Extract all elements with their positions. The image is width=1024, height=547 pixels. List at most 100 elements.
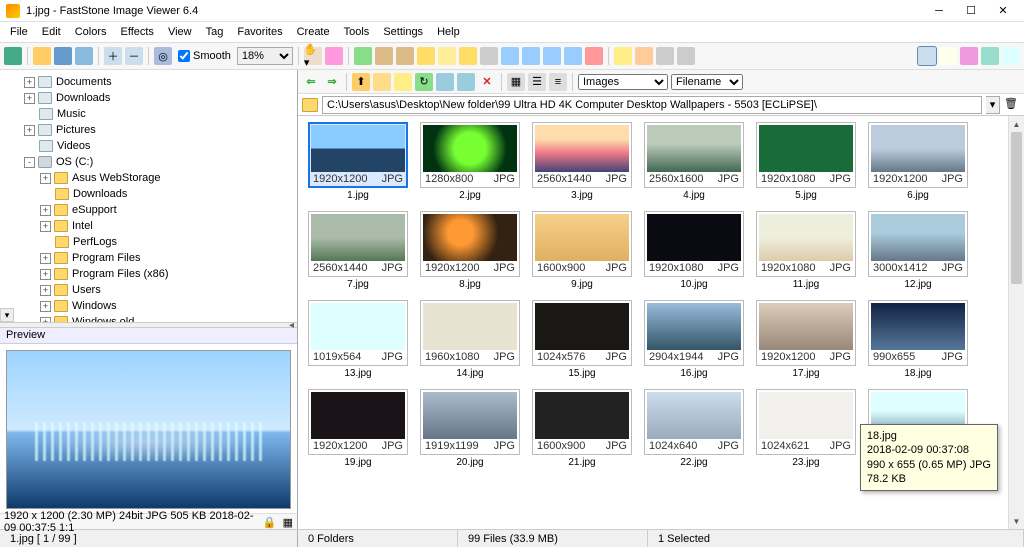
preview-pane[interactable]: 1920 x 1200 (2.30 MP) 24bit JPG 505 KB 2… — [0, 344, 297, 529]
tree-node[interactable]: PerfLogs — [2, 234, 295, 250]
tree-node[interactable]: +Windows — [2, 298, 295, 314]
thumbnail[interactable]: 1920x1200JPG19.jpg — [306, 389, 410, 468]
slideshow-icon[interactable] — [614, 47, 632, 65]
thumbnail-frame[interactable]: 990x655JPG — [868, 300, 968, 366]
thumbnail[interactable]: 1960x1080JPG14.jpg — [418, 300, 522, 379]
thumbnail-frame[interactable]: 2560x1600JPG — [644, 122, 744, 188]
thumbnail-frame[interactable]: 1920x1200JPG — [420, 211, 520, 277]
thumbnail[interactable]: 1280x800JPG2.jpg — [418, 122, 522, 201]
thumbnail-frame[interactable]: 2560x1440JPG — [308, 211, 408, 277]
menu-file[interactable]: File — [4, 24, 34, 40]
thumbnail-frame[interactable]: 1960x1080JPG — [420, 300, 520, 366]
address-path[interactable]: C:\Users\asus\Desktop\New folder\99 Ultr… — [322, 96, 982, 114]
thumbnail[interactable]: 2560x1440JPG3.jpg — [530, 122, 634, 201]
crop-icon[interactable] — [354, 47, 372, 65]
preview-image[interactable] — [6, 350, 291, 509]
thumbnail[interactable]: 1600x900JPG9.jpg — [530, 211, 634, 290]
smooth-checkbox[interactable] — [178, 50, 190, 62]
tree-node[interactable]: +Documents — [2, 74, 295, 90]
thumbnail[interactable]: 990x655JPG18.jpg — [866, 300, 970, 379]
menu-help[interactable]: Help — [431, 24, 466, 40]
acquire-icon[interactable] — [4, 47, 22, 65]
horizontal-splitter[interactable] — [0, 322, 297, 328]
tree-node[interactable]: +Asus WebStorage — [2, 170, 295, 186]
filter-type-select[interactable]: Images — [578, 74, 668, 90]
thumbnail-frame[interactable]: 1920x1200JPG — [308, 389, 408, 455]
sort-select[interactable]: Filename — [671, 74, 743, 90]
thumbnail[interactable]: 3000x1412JPG12.jpg — [866, 211, 970, 290]
canvas-icon[interactable] — [396, 47, 414, 65]
tree-expander[interactable]: + — [24, 77, 35, 88]
thumbnail[interactable]: 1920x1200JPG6.jpg — [866, 122, 970, 201]
print-icon[interactable] — [656, 47, 674, 65]
tree-node[interactable]: -OS (C:) — [2, 154, 295, 170]
scroll-up-icon[interactable]: ▲ — [1009, 116, 1024, 132]
thumbnail[interactable]: 2560x1440JPG7.jpg — [306, 211, 410, 290]
zoom-select[interactable]: 18% — [237, 47, 293, 65]
scroll-down-icon[interactable]: ▼ — [1009, 513, 1024, 529]
thumbnail-frame[interactable]: 2904x1944JPG — [644, 300, 744, 366]
rotate-left-icon[interactable] — [501, 47, 519, 65]
thumbnail-frame[interactable]: 3000x1412JPG — [868, 211, 968, 277]
thumbnail[interactable]: 1919x1199JPG20.jpg — [418, 389, 522, 468]
new-icon[interactable] — [33, 47, 51, 65]
nav-back-icon[interactable]: ⇐ — [302, 73, 320, 91]
rotate-right-icon[interactable] — [522, 47, 540, 65]
zoom-out-icon[interactable]: － — [125, 47, 143, 65]
tree-node[interactable]: Downloads — [2, 186, 295, 202]
address-dropdown[interactable]: ▾ — [986, 96, 1000, 114]
view-preview-icon[interactable] — [981, 47, 999, 65]
draw-icon[interactable] — [417, 47, 435, 65]
thumbnail-frame[interactable]: 1280x800JPG — [420, 122, 520, 188]
thumbnail-frame[interactable]: 1024x576JPG — [532, 300, 632, 366]
menu-edit[interactable]: Edit — [36, 24, 67, 40]
nav-up-icon[interactable]: ⬆ — [352, 73, 370, 91]
thumbnail-frame[interactable]: 1920x1080JPG — [644, 211, 744, 277]
fullscreen-icon[interactable] — [1002, 47, 1020, 65]
thumbnail-frame[interactable]: 2560x1440JPG — [532, 122, 632, 188]
maximize-button[interactable]: ☐ — [956, 2, 986, 20]
tree-node[interactable]: Music — [2, 106, 295, 122]
thumbnail[interactable]: 1024x640JPG22.jpg — [642, 389, 746, 468]
tree-expander[interactable]: + — [40, 173, 51, 184]
thumbnail-pane[interactable]: 1920x1200JPG1.jpg1280x800JPG2.jpg2560x14… — [298, 116, 1024, 529]
thumbnail-frame[interactable]: 1920x1200JPG — [756, 300, 856, 366]
menu-view[interactable]: View — [162, 24, 198, 40]
adjust-icon[interactable] — [438, 47, 456, 65]
thumbnail[interactable]: 1024x621JPG23.jpg — [754, 389, 858, 468]
tree-node[interactable]: +Intel — [2, 218, 295, 234]
tree-node[interactable]: +Pictures — [2, 122, 295, 138]
thumbnail-frame[interactable]: 1920x1080JPG — [756, 122, 856, 188]
thumbnail[interactable]: 1024x576JPG15.jpg — [530, 300, 634, 379]
thumbnail-frame[interactable]: 1024x640JPG — [644, 389, 744, 455]
nav-delete-icon[interactable]: ✕ — [478, 73, 496, 91]
view-detail-icon[interactable]: ≡ — [549, 73, 567, 91]
tree-expander[interactable]: + — [40, 301, 51, 312]
menu-effects[interactable]: Effects — [115, 24, 160, 40]
nav-fav-icon[interactable] — [394, 73, 412, 91]
hand-icon[interactable]: ✋▾ — [304, 47, 322, 65]
menu-colors[interactable]: Colors — [69, 24, 113, 40]
tree-node[interactable]: Videos — [2, 138, 295, 154]
thumbnail-frame[interactable]: 1600x900JPG — [532, 389, 632, 455]
zoom-in-icon[interactable]: ＋ — [104, 47, 122, 65]
email-icon[interactable] — [635, 47, 653, 65]
thumbnail[interactable]: 1600x900JPG21.jpg — [530, 389, 634, 468]
resize-icon[interactable] — [375, 47, 393, 65]
tree-expander[interactable]: + — [24, 93, 35, 104]
tree-node[interactable]: +Program Files — [2, 250, 295, 266]
fit-icon[interactable]: ◎ — [154, 47, 172, 65]
thumbnail[interactable]: 1019x564JPG13.jpg — [306, 300, 410, 379]
menu-favorites[interactable]: Favorites — [231, 24, 288, 40]
tree-expander[interactable]: + — [40, 253, 51, 264]
nav-rotL-icon[interactable] — [436, 73, 454, 91]
nav-refresh-icon[interactable]: ↻ — [415, 73, 433, 91]
folder-tree[interactable]: +Documents+DownloadsMusic+PicturesVideos… — [0, 70, 297, 322]
view-browser-icon[interactable] — [960, 47, 978, 65]
thumbnail[interactable]: 1920x1080JPG5.jpg — [754, 122, 858, 201]
thumbnail-frame[interactable]: 1919x1199JPG — [420, 389, 520, 455]
tree-expander[interactable]: + — [40, 285, 51, 296]
tree-expander[interactable]: + — [40, 221, 51, 232]
close-button[interactable]: ✕ — [988, 2, 1018, 20]
redo-icon[interactable] — [564, 47, 582, 65]
